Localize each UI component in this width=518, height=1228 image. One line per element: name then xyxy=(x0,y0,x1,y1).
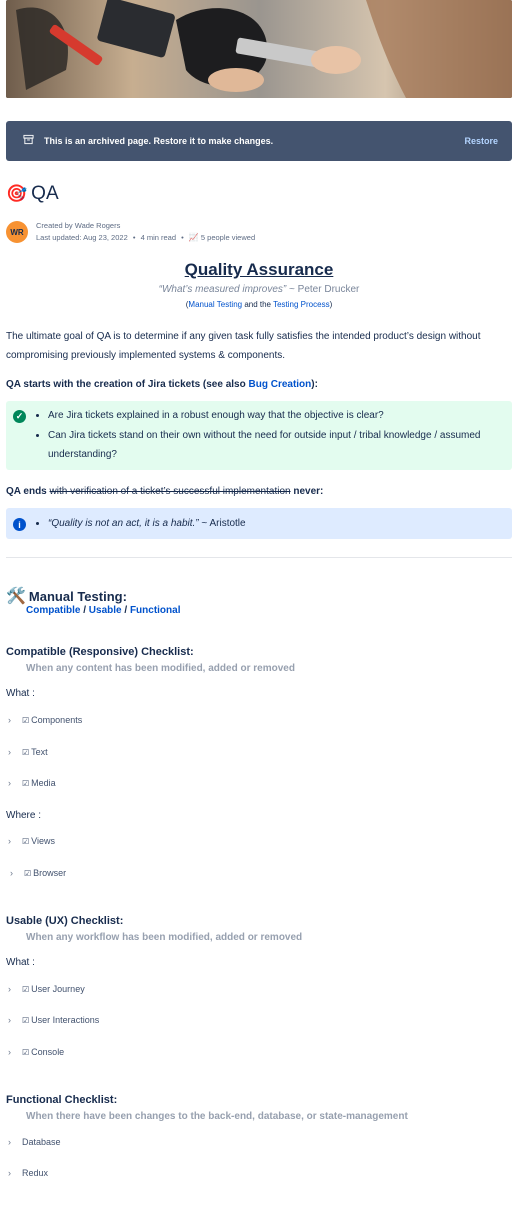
created-by: Created by Wade Rogers xyxy=(36,221,121,230)
chevron-right-icon: › xyxy=(8,1015,11,1025)
expand-media[interactable]: › ☑ Media xyxy=(8,778,56,788)
expand-label: Browser xyxy=(33,868,67,878)
expand-label: Components xyxy=(31,715,83,725)
analytics-icon: 📈 xyxy=(188,233,199,242)
page-title: 🎯 QA xyxy=(6,183,59,205)
tools-emoji-icon: 🛠️ xyxy=(6,588,26,605)
list-item: Are Jira tickets explained in a robust e… xyxy=(48,406,512,425)
qa-ends-struck: with verification of a ticket’s successf… xyxy=(49,486,291,497)
expand-console[interactable]: › ☑ Console xyxy=(8,1047,64,1057)
qa-starts-text: QA starts with the creation of Jira tick… xyxy=(6,379,249,390)
checkbox-icon: ☑ xyxy=(22,715,30,725)
compatible-checklist-heading: Compatible (Responsive) Checklist: xyxy=(6,646,194,658)
expand-text[interactable]: › ☑ Text xyxy=(8,747,48,757)
manual-testing-anchors: Compatible / Usable / Functional xyxy=(26,605,181,616)
expand-redux[interactable]: › Redux xyxy=(8,1168,48,1178)
what-label: What : xyxy=(6,957,35,968)
qa-ends-heading: QA ends with verification of a ticket’s … xyxy=(6,486,323,497)
chevron-right-icon: › xyxy=(8,778,11,788)
page-title-text: QA xyxy=(31,183,59,204)
compatible-link[interactable]: Compatible xyxy=(26,605,80,616)
chevron-right-icon: › xyxy=(8,715,11,725)
manual-testing-link[interactable]: Manual Testing xyxy=(188,300,242,309)
expand-label: Views xyxy=(31,836,56,846)
functional-checklist-description: When there have been changes to the back… xyxy=(26,1111,408,1122)
expand-label: Redux xyxy=(22,1168,49,1178)
qa-starts-heading: QA starts with the creation of Jira tick… xyxy=(6,379,318,390)
usable-checklist-description: When any workflow has been modified, add… xyxy=(26,932,303,943)
checkbox-icon: ☑ xyxy=(22,1015,30,1025)
page-heading-block: Quality Assurance “What’s measured impro… xyxy=(6,260,512,309)
archived-page-notice: This is an archived page. Restore it to … xyxy=(6,121,512,161)
info-panel: i “Quality is not an act, it is a habit.… xyxy=(6,508,512,539)
header-banner-image xyxy=(6,0,512,98)
page-byline: WR Created by Wade Rogers Last updated: … xyxy=(6,220,255,244)
manual-testing-title: Manual Testing: xyxy=(28,588,127,604)
expand-label: Text xyxy=(31,747,48,757)
expand-label: Console xyxy=(31,1047,65,1057)
qa-ends-prefix: QA ends xyxy=(6,486,50,497)
expand-user-journey[interactable]: › ☑ User Journey xyxy=(8,984,85,994)
expand-label: Media xyxy=(31,778,56,788)
chevron-right-icon: › xyxy=(8,836,11,846)
target-emoji-icon: 🎯 xyxy=(6,184,28,203)
archive-icon xyxy=(23,132,34,150)
separator: / xyxy=(80,605,89,616)
drucker-attribution: ~ Peter Drucker xyxy=(286,284,360,295)
read-time: 4 min read xyxy=(140,233,177,242)
manual-testing-heading: 🛠️ Manual Testing: xyxy=(6,586,127,606)
views-count[interactable]: 5 people viewed xyxy=(201,233,255,242)
testing-process-link[interactable]: Testing Process xyxy=(273,300,329,309)
chevron-right-icon: › xyxy=(8,984,11,994)
list-item: Can Jira tickets stand on their own with… xyxy=(48,426,512,464)
check-circle-icon: ✓ xyxy=(13,410,26,423)
usable-link[interactable]: Usable xyxy=(89,605,122,616)
bug-creation-link[interactable]: Bug Creation xyxy=(249,379,312,390)
last-updated[interactable]: Last updated: Aug 23, 2022 xyxy=(36,233,128,242)
expand-components[interactable]: › ☑ Components xyxy=(8,715,82,725)
paren-close: ) xyxy=(329,300,333,309)
usable-checklist-heading: Usable (UX) Checklist: xyxy=(6,915,124,927)
checkbox-icon: ☑ xyxy=(22,984,30,994)
quality-assurance-heading: Quality Assurance xyxy=(184,260,334,279)
compatible-checklist-description: When any content has been modified, adde… xyxy=(26,663,295,674)
success-panel: ✓ Are Jira tickets explained in a robust… xyxy=(6,401,512,470)
checkbox-icon: ☑ xyxy=(24,868,32,878)
what-label: What : xyxy=(6,688,35,699)
expand-database[interactable]: › Database xyxy=(8,1137,61,1147)
expand-label: User Interactions xyxy=(31,1015,100,1025)
separator: / xyxy=(121,605,130,616)
expand-user-interactions[interactable]: › ☑ User Interactions xyxy=(8,1015,99,1025)
checkbox-icon: ☑ xyxy=(22,778,30,788)
avatar[interactable]: WR xyxy=(6,221,28,243)
and-text: and the xyxy=(242,300,274,309)
expand-browser[interactable]: › ☑ Browser xyxy=(10,868,66,878)
chevron-right-icon: › xyxy=(8,1047,11,1057)
aristotle-quote: “Quality is not an act, it is a habit.” xyxy=(48,518,199,529)
expand-label: Database xyxy=(22,1137,61,1147)
where-label: Where : xyxy=(6,810,42,821)
expand-label: User Journey xyxy=(31,984,85,994)
divider xyxy=(6,557,512,558)
checkbox-icon: ☑ xyxy=(22,1047,30,1057)
expand-views[interactable]: › ☑ Views xyxy=(8,836,55,846)
aristotle-attribution: ~ Aristotle xyxy=(198,518,246,529)
archive-message: This is an archived page. Restore it to … xyxy=(44,136,274,146)
functional-link[interactable]: Functional xyxy=(130,605,181,616)
qa-ends-suffix: never: xyxy=(290,486,324,497)
restore-button[interactable]: Restore xyxy=(464,136,498,146)
banner-illustration xyxy=(6,0,512,98)
drucker-quote: “What’s measured improves” xyxy=(158,284,287,295)
checkbox-icon: ☑ xyxy=(22,836,30,846)
qa-starts-end: ): xyxy=(311,379,318,390)
info-icon: i xyxy=(13,518,26,531)
chevron-right-icon: › xyxy=(10,868,13,878)
chevron-right-icon: › xyxy=(8,1137,11,1147)
checkbox-icon: ☑ xyxy=(22,747,30,757)
intro-paragraph: The ultimate goal of QA is to determine … xyxy=(6,331,481,361)
functional-checklist-heading: Functional Checklist: xyxy=(6,1094,118,1106)
chevron-right-icon: › xyxy=(8,747,11,757)
chevron-right-icon: › xyxy=(8,1168,11,1178)
